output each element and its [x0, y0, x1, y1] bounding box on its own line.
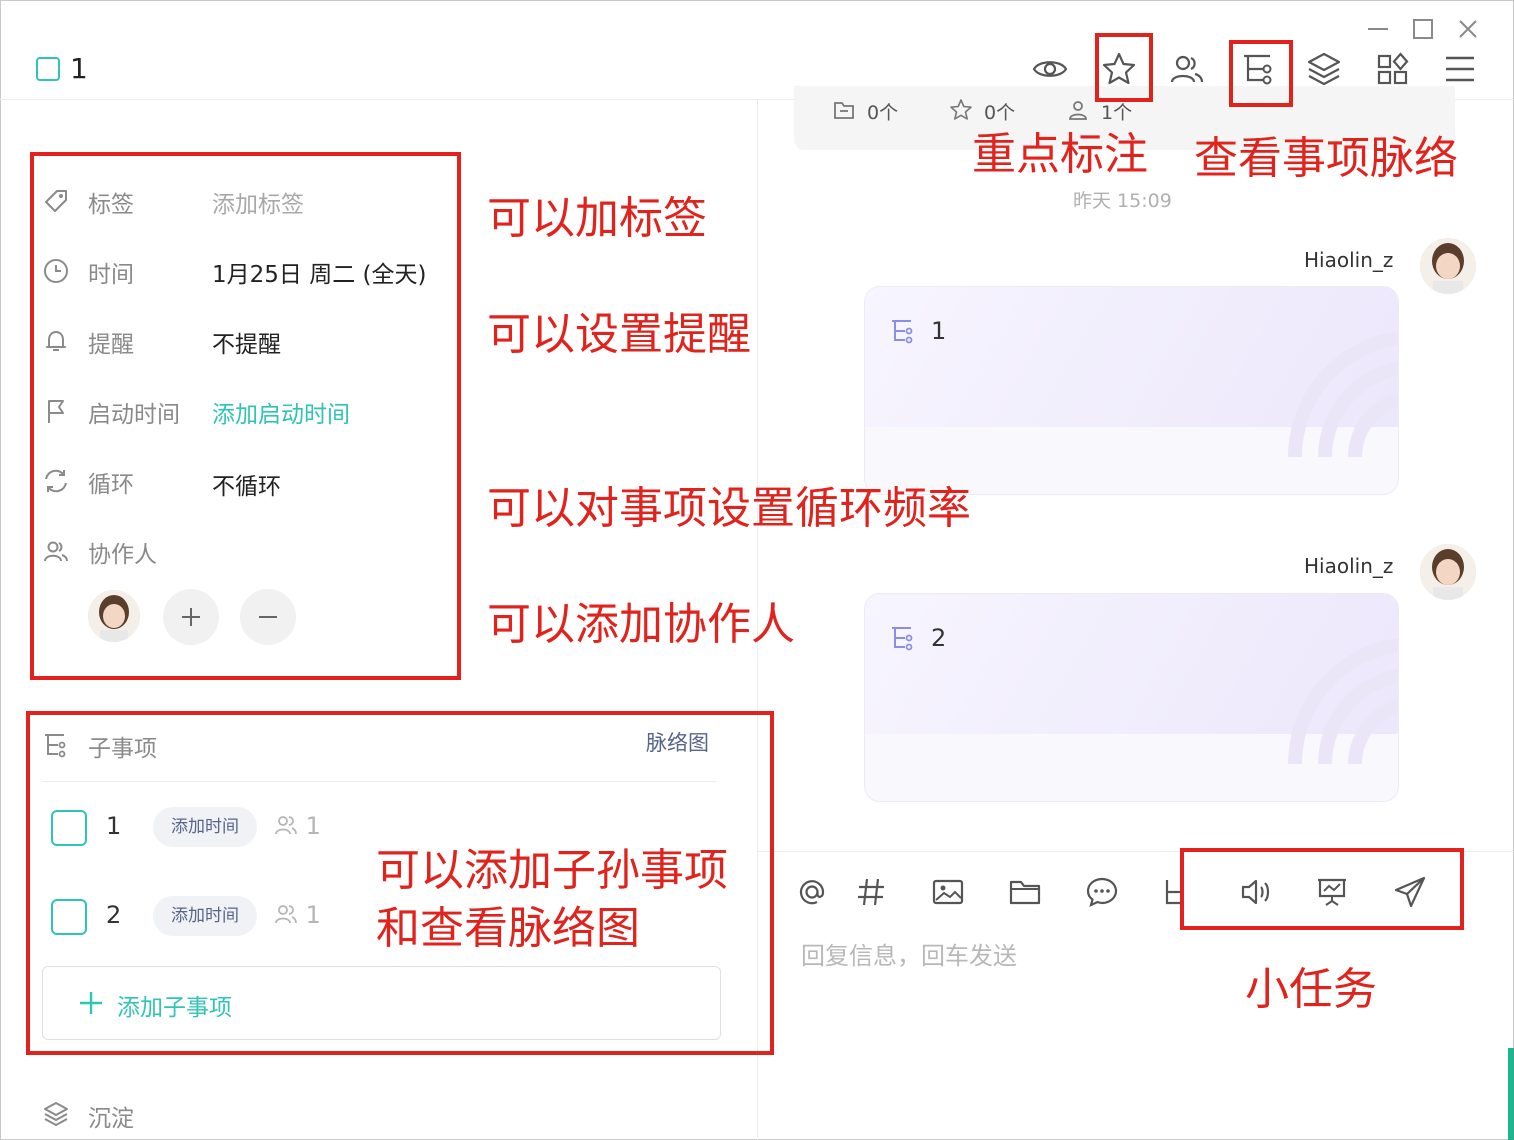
annotation-box-mini-task — [1180, 848, 1464, 930]
side-accent — [1508, 1048, 1514, 1140]
folder-icon[interactable] — [1008, 875, 1042, 909]
chat-timestamp: 昨天 15:09 — [1073, 190, 1172, 212]
card-decoration — [1288, 331, 1398, 457]
maximize-icon[interactable] — [1410, 16, 1436, 42]
card-title: 1 — [931, 317, 947, 345]
subtask-message-card[interactable]: 1 — [864, 286, 1399, 495]
files-count: 0个 — [867, 102, 899, 124]
star-outline-icon — [949, 98, 973, 122]
annotation-box-tree — [1229, 40, 1293, 107]
annotation-highlight: 重点标注 — [972, 129, 1148, 180]
reply-input[interactable]: 回复信息，回车发送 — [801, 936, 1017, 971]
annotation-repeat: 可以对事项设置循环频率 — [487, 483, 971, 534]
at-icon[interactable] — [795, 875, 829, 909]
comment-icon[interactable] — [1085, 875, 1119, 909]
user-avatar[interactable] — [1420, 544, 1476, 600]
subtask-tree-icon — [889, 624, 917, 652]
eye-icon[interactable] — [1031, 50, 1069, 88]
group-icon[interactable] — [1168, 50, 1206, 88]
annotation-subtasks-line1: 可以添加子孙事项 — [376, 845, 728, 896]
task-checkbox[interactable] — [36, 57, 60, 81]
image-icon[interactable] — [931, 875, 965, 909]
user-avatar[interactable] — [1420, 238, 1476, 294]
folder-icon — [832, 98, 856, 122]
annotation-context: 查看事项脉络 — [1194, 133, 1458, 184]
card-title: 2 — [931, 624, 947, 652]
task-title: 1 — [70, 52, 88, 85]
annotation-reminder: 可以设置提醒 — [487, 309, 751, 360]
annotation-tags: 可以加标签 — [487, 193, 707, 244]
annotation-mini-task: 小任务 — [1245, 964, 1377, 1015]
layers-icon[interactable] — [1305, 50, 1343, 88]
sediment-label[interactable]: 沉淀 — [88, 1099, 134, 1133]
annotation-subtasks-line2: 和查看脉络图 — [376, 903, 640, 954]
hash-icon[interactable] — [854, 875, 888, 909]
subtask-message-card[interactable]: 2 — [864, 593, 1399, 802]
message-username: Hiaolin_z — [1304, 248, 1394, 272]
annotation-box-properties — [30, 152, 461, 680]
apps-icon[interactable] — [1374, 50, 1412, 88]
sediment-icon — [42, 1100, 70, 1128]
annotation-box-star — [1095, 33, 1153, 102]
menu-icon[interactable] — [1441, 50, 1479, 88]
annotation-collab: 可以添加协作人 — [487, 599, 795, 650]
card-decoration — [1288, 638, 1398, 764]
minimize-icon[interactable] — [1365, 16, 1391, 42]
close-icon[interactable] — [1455, 16, 1481, 42]
message-username: Hiaolin_z — [1304, 554, 1394, 578]
subtask-tree-icon — [889, 317, 917, 345]
